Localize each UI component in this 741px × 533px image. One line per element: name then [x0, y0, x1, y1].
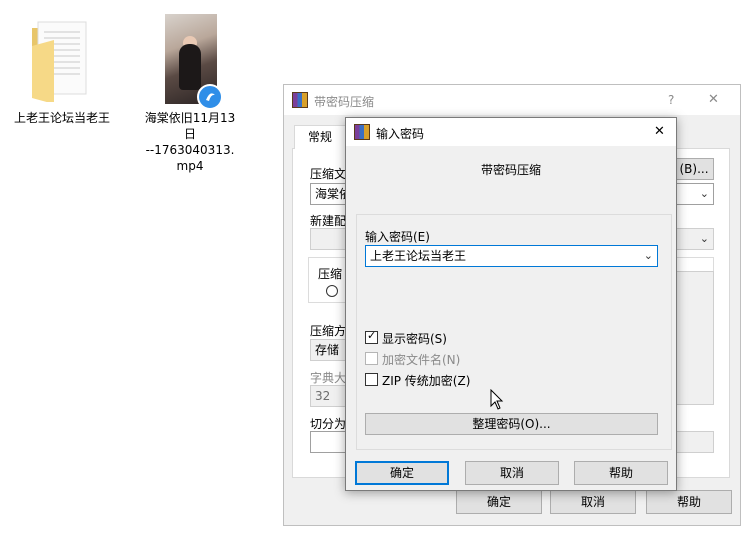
archive-name-label: 压缩文 [310, 167, 347, 181]
tab-general[interactable]: 常规 [294, 125, 346, 149]
close-icon[interactable]: ✕ [654, 124, 665, 139]
checkmark-icon: ✓ [367, 329, 377, 342]
chevron-down-icon: ⌄ [699, 187, 709, 200]
show-password-label: 显示密码(S) [382, 332, 447, 346]
help-icon[interactable]: ? [668, 93, 674, 107]
video-label: 海棠依旧11月13 日 --1763040313. mp4 [144, 111, 236, 173]
password-dialog-title: 输入密码 [376, 127, 425, 141]
chevron-down-icon: ⌄ [699, 232, 709, 245]
password-dialog: 输入密码 ✕ 带密码压缩 输入密码(E) 上老王论坛当老王 ⌄ ✓ 显示密码(S… [345, 117, 677, 491]
split-label: 切分为 [310, 417, 347, 431]
password-label: 输入密码(E) [365, 230, 430, 244]
password-dialog-titlebar: 输入密码 ✕ [346, 118, 676, 146]
dict-size-label: 字典大 [310, 371, 347, 385]
organize-passwords-button[interactable]: 整理密码(O)... [365, 413, 658, 435]
archive-dialog-title: 带密码压缩 [314, 95, 375, 109]
folder-icon [32, 21, 87, 102]
archive-ok-button[interactable]: 确定 [456, 490, 542, 514]
show-password-checkbox[interactable]: ✓ [365, 329, 378, 344]
password-ok-button[interactable]: 确定 [355, 461, 449, 485]
password-dialog-heading: 带密码压缩 [480, 163, 541, 177]
encrypt-filenames-label: 加密文件名(N) [382, 353, 461, 367]
winrar-icon [292, 92, 308, 108]
mouse-cursor-icon [490, 389, 504, 410]
folder-label: 上老王论坛当老王 [14, 111, 111, 125]
format-radio[interactable] [326, 285, 338, 297]
zip-legacy-label: ZIP 传统加密(Z) [382, 374, 471, 388]
compress-method-label: 压缩方 [310, 324, 347, 338]
winrar-icon [354, 124, 370, 140]
right-lower-box [674, 431, 714, 453]
close-icon[interactable]: ✕ [708, 92, 719, 107]
chevron-down-icon[interactable]: ⌄ [644, 246, 653, 266]
archive-dialog-titlebar: 带密码压缩 ? ✕ [284, 85, 740, 115]
zip-legacy-checkbox[interactable] [365, 373, 378, 386]
archive-format-label: 压缩 [318, 267, 343, 281]
player-badge-icon [197, 84, 223, 110]
archive-help-button[interactable]: 帮助 [646, 490, 732, 514]
new-profile-label: 新建配 [310, 214, 347, 228]
archive-cancel-button[interactable]: 取消 [550, 490, 636, 514]
encrypt-filenames-checkbox[interactable] [365, 352, 378, 365]
password-help-button[interactable]: 帮助 [574, 461, 668, 485]
password-input[interactable]: 上老王论坛当老王 ⌄ [365, 245, 658, 267]
password-cancel-button[interactable]: 取消 [465, 461, 559, 485]
browse-button[interactable]: (B)... [674, 158, 714, 180]
right-panel-box [674, 271, 714, 405]
